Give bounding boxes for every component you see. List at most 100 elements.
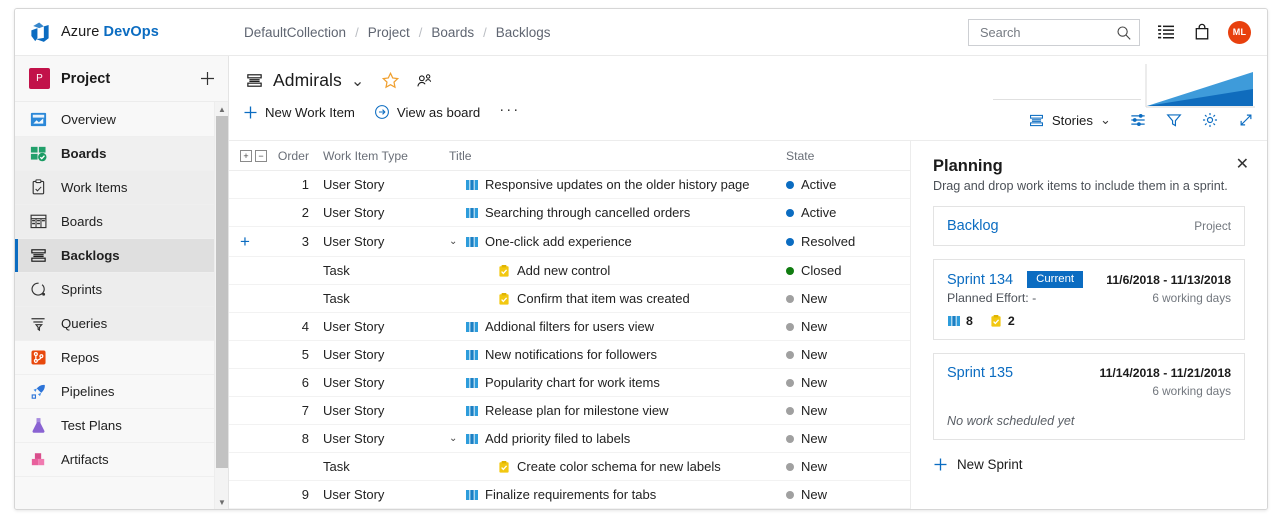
sidebar-item-queries[interactable]: Queries [15,307,228,341]
column-header-order[interactable]: Order [271,141,323,171]
cell-title[interactable]: ⋅Release plan for milestone view [449,396,786,425]
view-as-board-button[interactable]: View as board [374,104,480,120]
table-row[interactable]: Task⋅Create color schema for new labels N… [229,452,910,481]
column-options-icon[interactable] [1129,111,1147,129]
table-row[interactable]: 7User Story⋅Release plan for milestone v… [229,396,910,425]
table-row[interactable]: 5User Story⋅New notifications for follow… [229,340,910,369]
cell-title[interactable]: ⌄ One-click add experience [449,226,786,257]
cell-title[interactable]: ⋅Finalize requirements for tabs [449,480,786,509]
breadcrumb-item-backlogs[interactable]: Backlogs [496,25,551,40]
work-item-title[interactable]: Create color schema for new labels [517,459,721,474]
velocity-mini-chart[interactable] [993,56,1255,108]
work-item-title[interactable]: Confirm that item was created [517,291,690,306]
sprint-card[interactable]: Sprint 134 Current 11/6/2018 - 11/13/2018 P… [933,259,1245,340]
cell-title[interactable]: ⋅Confirm that item was created [449,284,786,313]
breadcrumb-item-boards[interactable]: Boards [431,25,474,40]
scrollbar-thumb[interactable] [216,116,228,468]
cell-title[interactable]: ⋅Addional filters for users view [449,312,786,341]
search-box[interactable] [968,18,1140,46]
work-item-title[interactable]: Addional filters for users view [485,319,654,334]
cell-title[interactable]: ⋅Create color schema for new labels [449,452,786,481]
work-item-title[interactable]: Searching through cancelled orders [485,205,690,220]
user-avatar[interactable]: ML [1228,20,1251,44]
search-input[interactable] [978,23,1113,41]
work-list-icon[interactable] [1156,22,1176,42]
state-label: New [801,291,828,306]
filter-icon[interactable] [1165,111,1183,129]
new-work-item-button[interactable]: New Work Item [243,105,355,120]
row-add-child-cell: + [229,226,271,257]
cell-title[interactable]: ⋅New notifications for followers [449,340,786,369]
work-item-title[interactable]: Finalize requirements for tabs [485,487,656,502]
table-row[interactable]: 8 User Story ⌄ Add priority filed to labels… [229,424,910,453]
work-item-title[interactable]: Popularity chart for work items [485,375,660,390]
more-options-button[interactable]: ··· [499,101,520,123]
table-row[interactable]: +3 User Story ⌄ One-click add experience Res… [229,226,910,257]
work-item-title[interactable]: Responsive updates on the older history … [485,177,750,192]
fullscreen-icon[interactable] [1237,111,1255,129]
search-icon[interactable] [1116,25,1132,41]
sprint-name[interactable]: Sprint 135 [947,365,1013,381]
cell-title[interactable]: ⋅Popularity chart for work items [449,368,786,397]
table-row[interactable]: Task⋅Confirm that item was created New [229,284,910,313]
sidebar-item-repos[interactable]: Repos [15,341,228,375]
sidebar-item-overview[interactable]: Overview [15,103,228,137]
settings-gear-icon[interactable] [1201,111,1219,129]
work-item-title[interactable]: Add new control [517,263,610,278]
chevron-down-icon[interactable]: ⌄ [449,433,459,444]
sprint-name[interactable]: Sprint 134 [947,272,1013,288]
breadcrumb-item-project[interactable]: Project [368,25,410,40]
add-project-plus-icon[interactable] [199,70,216,87]
work-item-title[interactable]: New notifications for followers [485,347,657,362]
column-header-state[interactable]: State [786,141,910,171]
table-row[interactable]: 1User Story⋅Responsive updates on the ol… [229,170,910,199]
expand-all-icon[interactable]: + [240,150,252,162]
sidebar-item-boards-group[interactable]: Boards [15,137,228,171]
scroll-down-icon[interactable]: ▼ [215,495,228,509]
sidebar-item-work-items[interactable]: Work Items [15,171,228,205]
chevron-down-icon[interactable]: ⌄ [351,71,364,91]
sidebar-item-pipelines[interactable]: Pipelines [15,375,228,409]
cell-title[interactable]: ⋅Responsive updates on the older history… [449,170,786,199]
sidebar-item-test-plans[interactable]: Test Plans [15,409,228,443]
sidebar-item-artifacts[interactable]: Artifacts [15,443,228,477]
table-row[interactable]: 9User Story⋅Finalize requirements for ta… [229,480,910,509]
azure-devops-logo-icon [31,22,49,42]
add-child-plus-icon[interactable]: + [240,232,250,251]
backlog-card-name[interactable]: Backlog [947,218,999,234]
cell-title[interactable]: ⌄ Add priority filed to labels [449,424,786,453]
new-sprint-button[interactable]: New Sprint [933,457,1245,472]
project-header[interactable]: P Project [15,56,228,102]
close-icon[interactable]: ✕ [1236,157,1249,173]
sidebar-item-boards[interactable]: Boards [15,205,228,239]
collapse-all-icon[interactable]: − [255,150,267,162]
table-row[interactable]: Task⋅Add new control Closed [229,256,910,285]
column-header-title[interactable]: Title [449,141,786,171]
sidebar-item-backlogs[interactable]: Backlogs [15,239,228,273]
user-story-icon [466,207,478,218]
brand-logo-area[interactable]: Azure DevOps [15,21,229,43]
work-item-title[interactable]: One-click add experience [485,234,632,249]
expand-collapse-header: + − [229,141,271,171]
column-header-work-item-type[interactable]: Work Item Type [323,141,449,171]
backlog-level-selector[interactable]: Stories ⌄ [1028,112,1111,129]
sprint-card[interactable]: Sprint 135 11/14/2018 - 11/21/2018 6 worki… [933,353,1245,440]
team-members-icon[interactable] [415,72,433,90]
table-row[interactable]: 2User Story⋅Searching through cancelled … [229,198,910,227]
work-item-title[interactable]: Add priority filed to labels [485,431,630,446]
row-add-child-cell [229,396,271,425]
sidebar-item-sprints[interactable]: Sprints [15,273,228,307]
table-row[interactable]: 4User Story⋅Addional filters for users v… [229,312,910,341]
sidebar-scrollbar[interactable]: ▲ ▼ [214,102,228,509]
work-item-title[interactable]: Release plan for milestone view [485,403,669,418]
table-row[interactable]: 6User Story⋅Popularity chart for work it… [229,368,910,397]
cell-order: 2 [271,198,323,227]
star-icon[interactable] [381,71,400,90]
backlog-card[interactable]: Backlog Project [933,206,1245,246]
breadcrumb-item-collection[interactable]: DefaultCollection [244,25,346,40]
chevron-down-icon[interactable]: ⌄ [449,236,459,247]
cell-title[interactable]: ⋅Searching through cancelled orders [449,198,786,227]
marketplace-bag-icon[interactable] [1192,22,1212,42]
cell-title[interactable]: ⋅Add new control [449,256,786,285]
scroll-up-icon[interactable]: ▲ [215,102,228,116]
